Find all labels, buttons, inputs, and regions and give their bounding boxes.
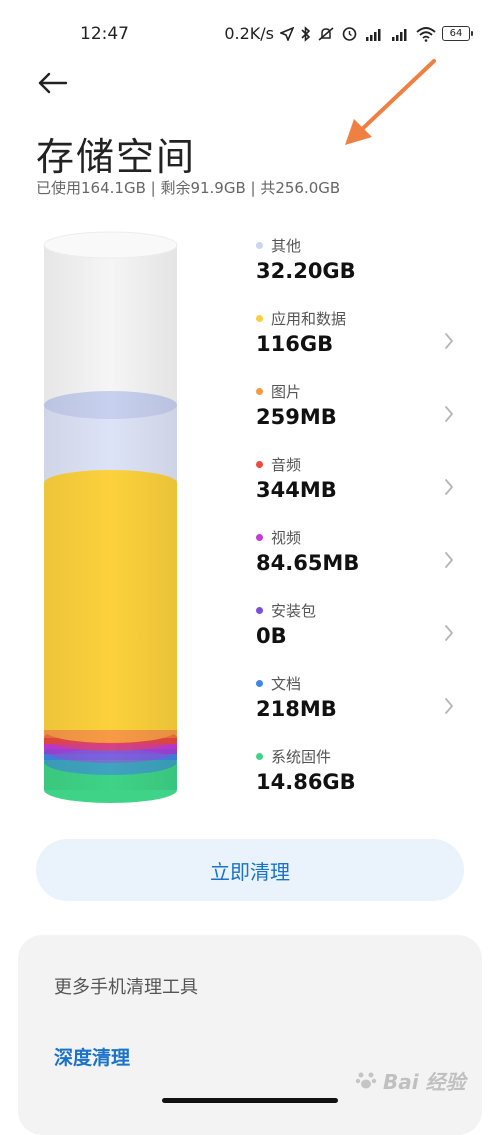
baidu-watermark: Bai 经验 (355, 1058, 485, 1102)
wifi-icon (416, 26, 436, 42)
page-title: 存储空间 (36, 135, 197, 179)
legend-size: 218MB (256, 697, 337, 721)
legend-item-video[interactable]: 视频 84.65MB (256, 527, 466, 587)
dot-icon (256, 534, 263, 541)
legend-item-other: 其他 32.20GB (256, 235, 466, 295)
storage-cylinder (43, 231, 178, 803)
bluetooth-icon (301, 25, 311, 42)
tools-title: 更多手机清理工具 (54, 977, 198, 998)
chevron-right-icon (445, 552, 453, 568)
signal-hd-1-icon (366, 28, 381, 41)
watermark-text: Bai 经验 (383, 1069, 466, 1094)
legend-size: 0B (256, 624, 287, 648)
paw-icon (355, 1072, 377, 1089)
legend-label: 安装包 (271, 602, 317, 620)
legend-label: 图片 (271, 383, 302, 401)
legend-label: 音频 (271, 456, 302, 474)
annotation-arrow (345, 59, 436, 145)
dot-icon (256, 315, 263, 322)
legend-item-documents[interactable]: 文档 218MB (256, 673, 466, 733)
legend-item-apps-data[interactable]: 应用和数据 116GB (256, 308, 466, 368)
dot-icon (256, 680, 263, 687)
home-indicator[interactable] (162, 1098, 338, 1103)
legend-label: 系统固件 (271, 748, 332, 766)
chevron-right-icon (445, 479, 453, 495)
status-time: 12:47 (80, 24, 129, 44)
legend-size: 84.65MB (256, 551, 360, 575)
dot-icon (256, 753, 263, 760)
legend-label: 视频 (271, 529, 302, 547)
alarm-icon (342, 27, 357, 41)
legend-label: 应用和数据 (271, 310, 347, 328)
chevron-right-icon (445, 698, 453, 714)
signal-hd-2-icon (392, 28, 407, 41)
legend-label: 其他 (271, 237, 302, 255)
legend-size: 259MB (256, 405, 337, 429)
back-arrow-icon (38, 72, 68, 94)
legend-size: 116GB (256, 332, 334, 356)
legend-item-system-firmware: 系统固件 14.86GB (256, 746, 466, 806)
mute-icon (318, 26, 334, 41)
legend-item-packages[interactable]: 安装包 0B (256, 600, 466, 660)
legend-label: 文档 (271, 675, 302, 693)
location-icon (280, 26, 294, 41)
net-speed: 0.2K/s (224, 24, 274, 43)
deep-clean-link[interactable]: 深度清理 (54, 1043, 130, 1070)
dot-icon (256, 461, 263, 468)
dot-icon (256, 607, 263, 614)
dot-icon (256, 388, 263, 395)
chevron-right-icon (445, 406, 453, 422)
legend-size: 14.86GB (256, 770, 356, 794)
legend-size: 344MB (256, 478, 337, 502)
legend-size: 32.20GB (256, 259, 356, 283)
legend-item-images[interactable]: 图片 259MB (256, 381, 466, 441)
cleanup-tools-card: 更多手机清理工具 深度清理 (18, 935, 482, 1135)
status-icons: 0.2K/s 64 (224, 24, 473, 43)
chevron-right-icon (445, 333, 453, 349)
clean-now-button[interactable]: 立即清理 (36, 839, 464, 901)
dot-icon (256, 242, 263, 249)
storage-summary: 已使用164.1GB | 剩余91.9GB | 共256.0GB (36, 179, 341, 197)
battery-icon: 64 (442, 26, 473, 41)
back-button[interactable] (36, 68, 70, 98)
chevron-right-icon (445, 625, 453, 641)
legend-item-audio[interactable]: 音频 344MB (256, 454, 466, 514)
